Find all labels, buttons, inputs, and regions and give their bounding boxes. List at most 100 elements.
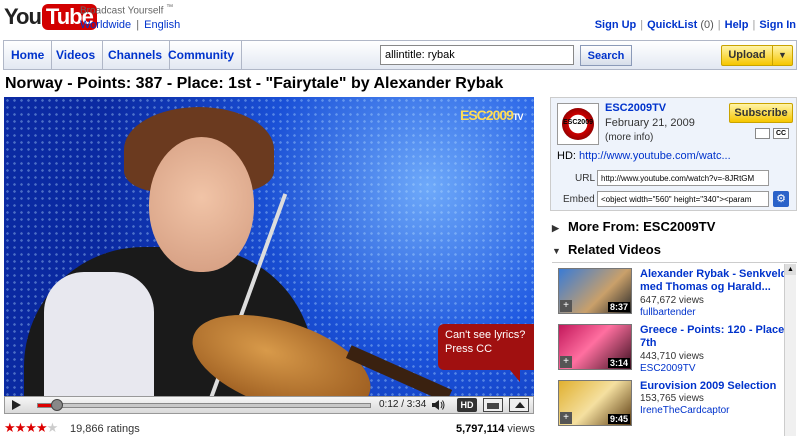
tab-channels[interactable]: Channels — [101, 41, 171, 69]
more-info-link[interactable]: (more info) — [605, 132, 653, 143]
triangle-down-icon: ▼ — [552, 246, 561, 256]
progress-handle[interactable] — [50, 399, 63, 411]
quicklist-label: QuickList — [647, 19, 698, 31]
related-video-title[interactable]: Greece - Points: 120 - Place: 7th — [640, 324, 790, 350]
lyrics-cc-bubble[interactable]: Can't see lyrics? Press CC — [438, 324, 534, 382]
tab-community[interactable]: Community — [161, 41, 242, 69]
sign-in-link[interactable]: Sign In — [759, 19, 796, 31]
related-video-title[interactable]: Eurovision 2009 Selection — [640, 380, 790, 393]
user-nav-separator: | — [752, 19, 756, 31]
gear-icon[interactable]: ⚙ — [773, 191, 789, 207]
hd-toggle-button[interactable]: HD — [457, 398, 477, 412]
progress-bar[interactable] — [37, 399, 371, 411]
url-label: URL — [575, 173, 596, 184]
watermark-year: 2009 — [485, 107, 514, 123]
user-nav-separator: | — [717, 19, 721, 31]
related-video-item[interactable]: + 8:37 Alexander Rybak - Senkveld med Th… — [556, 265, 787, 321]
related-video-views: 443,710 views — [640, 351, 704, 362]
video-duration: 3:14 — [607, 358, 630, 368]
watermark-prefix: ESC — [460, 107, 487, 123]
performer-shirt — [44, 272, 154, 396]
player-controls: 0:12 / 3:34 HD — [4, 396, 534, 414]
time-display: 0:12 / 3:34 — [379, 399, 427, 410]
video-duration: 8:37 — [607, 302, 630, 312]
add-to-quicklist-icon[interactable]: + — [560, 300, 572, 312]
video-info-box: ESC2009 ESC2009TV February 21, 2009 (mor… — [550, 97, 797, 211]
url-field[interactable] — [597, 170, 769, 186]
add-to-quicklist-icon[interactable]: + — [560, 356, 572, 368]
locale-separator: | — [136, 19, 140, 31]
locale-links: Worldwide | English — [80, 19, 180, 31]
nav-bar: Home Videos Channels Community Search Up… — [3, 40, 797, 70]
video-thumbnail[interactable]: + 9:45 — [558, 380, 632, 426]
video-player[interactable]: ESC2009TV Can't see lyrics? Press CC — [4, 97, 534, 396]
tagline-text: Broadcast Yourself — [80, 5, 164, 17]
scroll-up-icon[interactable]: ▲ — [785, 264, 796, 275]
subscribe-button[interactable]: Subscribe — [729, 103, 793, 123]
related-videos-list: + 8:37 Alexander Rybak - Senkveld med Th… — [552, 262, 797, 436]
view-count: 5,797,114 views — [456, 423, 535, 435]
search-button[interactable]: Search — [580, 45, 632, 66]
worldwide-link[interactable]: Worldwide — [80, 19, 131, 31]
channel-name-link[interactable]: ESC2009TV — [605, 102, 666, 114]
upload-date: February 21, 2009 — [605, 117, 695, 129]
flag-icon[interactable] — [755, 128, 770, 139]
quicklist-count: (0) — [700, 19, 714, 31]
channel-watermark: ESC2009TV — [460, 107, 523, 123]
user-nav: Sign Up | QuickList (0) | Help | Sign In — [595, 19, 796, 31]
language-link[interactable]: English — [144, 19, 180, 31]
video-thumbnail[interactable]: + 8:37 — [558, 268, 632, 314]
add-to-quicklist-icon[interactable]: + — [560, 412, 572, 424]
embed-label: Embed — [563, 194, 595, 205]
upload-button[interactable]: Upload ▼ — [721, 45, 793, 66]
related-video-item[interactable]: + 9:45 Eurovision 2009 Selection 153,765… — [556, 377, 786, 433]
triangle-right-icon: ▶ — [552, 223, 559, 233]
avatar-text: ESC2009 — [563, 119, 593, 126]
related-video-views: 647,672 views — [640, 295, 704, 306]
quicklist-link[interactable]: QuickList (0) — [647, 19, 714, 31]
play-button[interactable] — [9, 399, 23, 412]
embed-field[interactable] — [597, 191, 769, 207]
fullscreen-button[interactable] — [509, 398, 529, 412]
related-videos-section-toggle[interactable]: ▼ Related Videos — [552, 242, 661, 257]
more-from-section-toggle[interactable]: ▶ More From: ESC2009TV — [552, 219, 715, 234]
hd-link[interactable]: http://www.youtube.com/watc... — [579, 150, 731, 162]
tab-videos[interactable]: Videos — [49, 41, 104, 69]
related-video-item[interactable]: + 3:14 Greece - Points: 120 - Place: 7th… — [556, 321, 788, 377]
user-nav-separator: | — [640, 19, 644, 31]
tab-home[interactable]: Home — [4, 41, 53, 69]
view-count-suffix: views — [507, 423, 535, 435]
video-duration: 9:45 — [607, 414, 630, 424]
channel-avatar[interactable]: ESC2009 — [557, 103, 599, 145]
volume-icon[interactable] — [431, 399, 445, 414]
search-input[interactable] — [380, 45, 574, 65]
related-videos-heading: Related Videos — [568, 242, 661, 257]
related-video-user[interactable]: ESC2009TV — [640, 363, 696, 374]
hd-link-row: HD: http://www.youtube.com/watc... — [557, 150, 731, 162]
watermark-suffix: TV — [512, 112, 523, 122]
star-rating[interactable]: ★★★★★ — [4, 420, 59, 435]
video-title: Norway - Points: 387 - Place: 1st - "Fai… — [5, 75, 504, 92]
video-thumbnail[interactable]: + 3:14 — [558, 324, 632, 370]
hd-prefix: HD: — [557, 150, 576, 162]
widescreen-button[interactable] — [483, 398, 503, 412]
related-video-title[interactable]: Alexander Rybak - Senkveld med Thomas og… — [640, 268, 790, 294]
tagline: Broadcast Yourself ™ — [80, 4, 173, 16]
more-from-heading: More From: ESC2009TV — [568, 219, 716, 234]
star-half: ★ — [46, 420, 59, 435]
tagline-tm: ™ — [166, 4, 174, 11]
cc-icon[interactable]: CC — [773, 128, 789, 139]
sign-up-link[interactable]: Sign Up — [595, 19, 637, 31]
rating-count: 19,866 ratings — [70, 423, 140, 435]
performer-face — [149, 137, 254, 272]
related-video-user[interactable]: IreneTheCardcaptor — [640, 405, 730, 416]
upload-dropdown-icon[interactable]: ▼ — [772, 46, 792, 65]
related-video-user[interactable]: fullbartender — [640, 307, 696, 318]
stars-filled: ★★★★ — [4, 420, 48, 435]
upload-label: Upload — [728, 49, 766, 61]
related-list-scrollbar[interactable]: ▲ — [784, 264, 796, 436]
logo-you-text: You — [4, 4, 42, 29]
help-link[interactable]: Help — [725, 19, 749, 31]
view-count-number: 5,797,114 — [456, 423, 505, 435]
related-video-views: 153,765 views — [640, 393, 704, 404]
